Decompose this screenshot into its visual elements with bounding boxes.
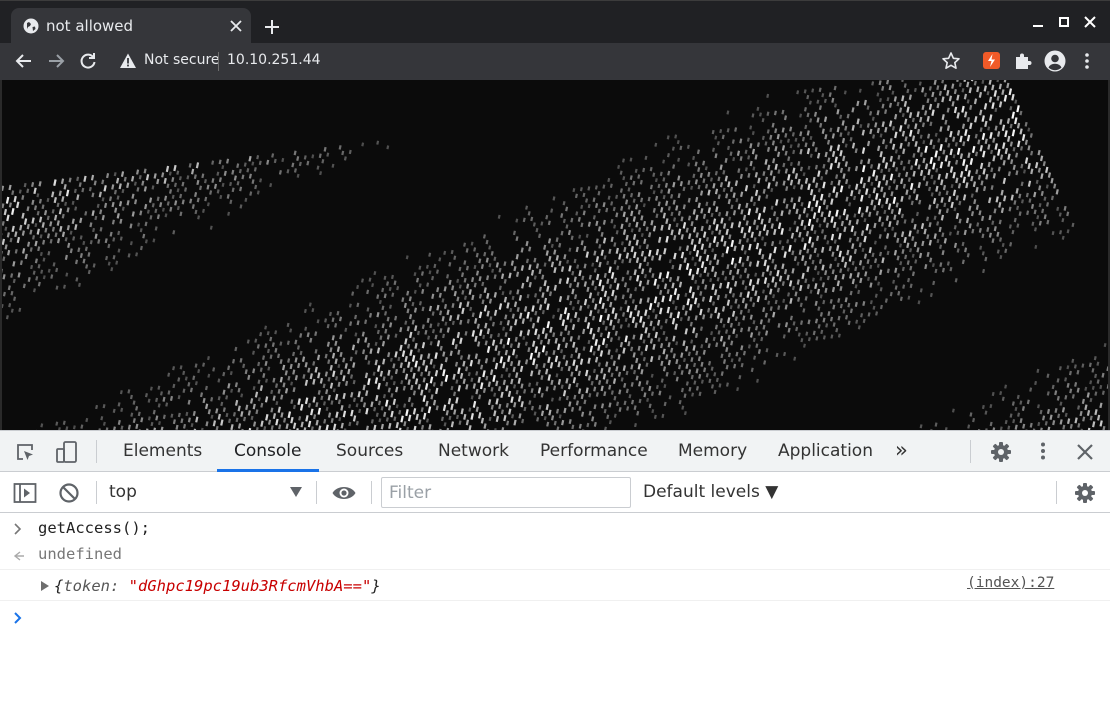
- clear-console-icon[interactable]: [58, 482, 80, 504]
- chevron-right-icon: [14, 523, 22, 535]
- star-icon[interactable]: [941, 51, 961, 71]
- plus-icon[interactable]: [263, 18, 281, 36]
- kebab-icon[interactable]: [1033, 441, 1053, 461]
- bolt-icon: [988, 54, 995, 67]
- console-divider: [316, 481, 317, 504]
- object-open-brace: {: [54, 577, 64, 595]
- console-result-text: undefined: [38, 545, 122, 563]
- devtools-divider: [96, 440, 97, 463]
- console-divider: [1056, 481, 1057, 504]
- console-toolbar: top Default levels ▼: [0, 472, 1110, 513]
- gear-icon[interactable]: [1074, 482, 1096, 504]
- tab-title: not allowed: [46, 17, 134, 35]
- close-icon[interactable]: [229, 19, 243, 33]
- tab-performance[interactable]: Performance: [540, 441, 648, 461]
- source-link[interactable]: (index):27: [967, 575, 1054, 591]
- context-selector[interactable]: top: [109, 482, 137, 502]
- console-result-entry: undefined: [0, 544, 1110, 568]
- globe-icon: [23, 18, 39, 34]
- devtools-panel: Elements Console Sources Network Perform…: [0, 430, 1110, 710]
- console-log-entry[interactable]: {token: "dGhpc19pc19ub3RfcmVhbA=="} (ind…: [0, 569, 1110, 601]
- chevron-down-icon[interactable]: [290, 487, 302, 497]
- minimize-icon[interactable]: [1031, 15, 1045, 29]
- sidebar-toggle-icon[interactable]: [13, 482, 37, 504]
- return-arrow-icon: [13, 551, 24, 561]
- log-levels-dropdown[interactable]: Default levels ▼: [643, 482, 778, 502]
- security-label[interactable]: Not secure: [144, 52, 220, 68]
- window-close-icon[interactable]: [1083, 15, 1097, 29]
- object-key: token:: [63, 577, 129, 595]
- filter-input[interactable]: [381, 477, 631, 508]
- address-bar-url[interactable]: 10.10.251.44: [227, 52, 321, 68]
- reload-icon[interactable]: [78, 51, 98, 71]
- extension-badge-icon[interactable]: [983, 52, 1000, 69]
- tab-network[interactable]: Network: [438, 441, 509, 461]
- background-image: [2, 80, 1108, 430]
- warning-icon[interactable]: [119, 52, 137, 70]
- expand-triangle-icon[interactable]: [40, 581, 50, 591]
- arrow-left-icon[interactable]: [14, 51, 34, 71]
- tab-elements[interactable]: Elements: [123, 441, 202, 461]
- maximize-icon[interactable]: [1057, 15, 1071, 29]
- close-icon[interactable]: [1075, 442, 1095, 462]
- gear-icon[interactable]: [990, 441, 1012, 463]
- tab-console[interactable]: Console: [234, 441, 302, 461]
- arrow-right-icon[interactable]: [46, 51, 66, 71]
- tab-memory[interactable]: Memory: [678, 441, 747, 461]
- devtools-divider: [970, 440, 971, 463]
- object-close-brace: }: [371, 577, 381, 595]
- device-toolbar-icon[interactable]: [55, 440, 79, 464]
- token-value: "dGhpc19pc19ub3RfcmVhbA==": [128, 577, 372, 595]
- chevron-right-icon: [14, 612, 22, 624]
- token-object[interactable]: {token: "dGhpc19pc19ub3RfcmVhbA=="}: [54, 577, 381, 595]
- console-prompt[interactable]: [0, 603, 1110, 633]
- eye-icon[interactable]: [331, 482, 357, 504]
- console-input-text: getAccess();: [38, 519, 150, 537]
- kebab-icon[interactable]: [1077, 51, 1097, 71]
- console-messages: getAccess(); undefined {token: "dGhpc19p…: [0, 513, 1110, 710]
- tab-sources[interactable]: Sources: [336, 441, 403, 461]
- tab-strip: not allowed: [0, 0, 1110, 44]
- avatar-icon[interactable]: [1044, 50, 1066, 72]
- more-tabs-button[interactable]: »: [895, 438, 908, 462]
- console-divider: [96, 481, 97, 504]
- browser-tab[interactable]: not allowed: [11, 8, 251, 44]
- browser-toolbar: Not secure 10.10.251.44: [0, 43, 1110, 80]
- puzzle-icon[interactable]: [1013, 51, 1033, 71]
- devtools-tab-bar: Elements Console Sources Network Perform…: [0, 431, 1110, 472]
- inspect-element-icon[interactable]: [15, 442, 35, 462]
- tab-application[interactable]: Application: [778, 441, 873, 461]
- console-input-entry: getAccess();: [0, 518, 1110, 542]
- omnibox-divider: [218, 52, 219, 71]
- console-divider: [371, 481, 372, 504]
- page-viewport: [0, 80, 1110, 430]
